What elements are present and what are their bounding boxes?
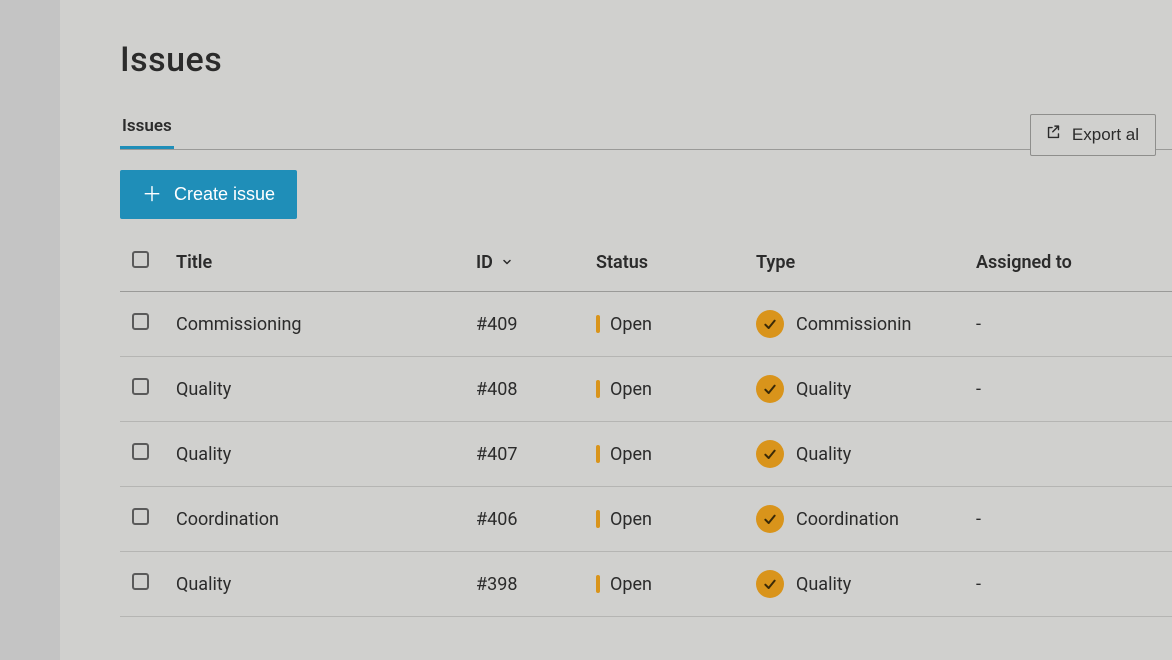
status-indicator-icon xyxy=(596,445,600,463)
row-type: Quality xyxy=(744,422,964,487)
col-assigned-to[interactable]: Assigned to xyxy=(964,233,1172,292)
check-circle-icon xyxy=(756,375,784,403)
row-title: Commissioning xyxy=(164,292,464,357)
table-body: Commissioning #409 Open Commissionin - xyxy=(120,292,1172,617)
create-issue-label: Create issue xyxy=(174,184,275,205)
row-type: Coordination xyxy=(744,487,964,552)
select-all-checkbox[interactable] xyxy=(132,251,149,268)
table-row[interactable]: Quality #398 Open Quality - xyxy=(120,552,1172,617)
col-title[interactable]: Title xyxy=(164,233,464,292)
row-type: Quality xyxy=(744,552,964,617)
row-type: Quality xyxy=(744,357,964,422)
row-status: Open xyxy=(584,487,744,552)
create-issue-button[interactable]: ＋ Create issue xyxy=(120,170,297,219)
row-id: #406 xyxy=(464,487,584,552)
row-title: Quality xyxy=(164,422,464,487)
status-indicator-icon xyxy=(596,315,600,333)
row-checkbox[interactable] xyxy=(132,508,149,525)
row-status: Open xyxy=(584,292,744,357)
row-status: Open xyxy=(584,552,744,617)
table-row[interactable]: Coordination #406 Open Coordination - xyxy=(120,487,1172,552)
issues-table: Title ID Status Type Assigned to Commiss… xyxy=(120,233,1172,617)
check-circle-icon xyxy=(756,440,784,468)
table-row[interactable]: Quality #408 Open Quality - xyxy=(120,357,1172,422)
tab-issues[interactable]: Issues xyxy=(120,116,174,149)
row-assigned: - xyxy=(964,487,1172,552)
row-checkbox[interactable] xyxy=(132,443,149,460)
export-icon xyxy=(1045,124,1062,146)
plus-icon: ＋ xyxy=(142,185,162,205)
row-id: #398 xyxy=(464,552,584,617)
tabs-row: Issues Export al xyxy=(120,116,1172,150)
row-checkbox[interactable] xyxy=(132,378,149,395)
table-header-row: Title ID Status Type Assigned to xyxy=(120,233,1172,292)
status-indicator-icon xyxy=(596,575,600,593)
check-circle-icon xyxy=(756,570,784,598)
col-id[interactable]: ID xyxy=(464,233,584,292)
col-type[interactable]: Type xyxy=(744,233,964,292)
row-title: Quality xyxy=(164,552,464,617)
row-type: Commissionin xyxy=(744,292,964,357)
row-id: #408 xyxy=(464,357,584,422)
row-title: Coordination xyxy=(164,487,464,552)
issues-page: Issues Issues Export al ＋ Create issue T… xyxy=(60,0,1172,660)
export-button-label: Export al xyxy=(1072,125,1139,145)
status-indicator-icon xyxy=(596,380,600,398)
row-checkbox[interactable] xyxy=(132,573,149,590)
status-indicator-icon xyxy=(596,510,600,528)
col-status[interactable]: Status xyxy=(584,233,744,292)
row-assigned: - xyxy=(964,292,1172,357)
sort-icon xyxy=(501,252,513,273)
col-id-label: ID xyxy=(476,252,493,273)
row-id: #409 xyxy=(464,292,584,357)
row-title: Quality xyxy=(164,357,464,422)
row-assigned: - xyxy=(964,357,1172,422)
toolbar: ＋ Create issue xyxy=(120,170,1172,219)
row-assigned xyxy=(964,422,1172,487)
row-assigned: - xyxy=(964,552,1172,617)
row-id: #407 xyxy=(464,422,584,487)
row-status: Open xyxy=(584,357,744,422)
page-title: Issues xyxy=(120,40,1172,80)
table-row[interactable]: Commissioning #409 Open Commissionin - xyxy=(120,292,1172,357)
row-checkbox[interactable] xyxy=(132,313,149,330)
table-row[interactable]: Quality #407 Open Quality xyxy=(120,422,1172,487)
row-status: Open xyxy=(584,422,744,487)
check-circle-icon xyxy=(756,505,784,533)
check-circle-icon xyxy=(756,310,784,338)
export-all-button[interactable]: Export al xyxy=(1030,114,1156,156)
